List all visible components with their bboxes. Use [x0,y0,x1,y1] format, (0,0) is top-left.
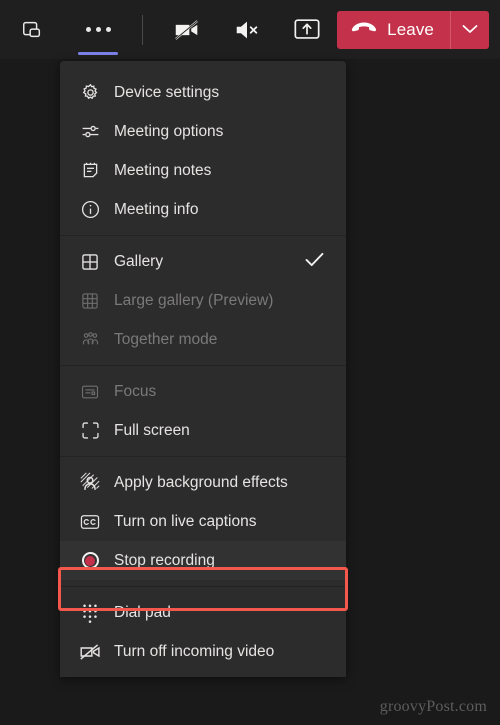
focus-icon [78,380,102,404]
menu-item-gallery[interactable]: Gallery [60,242,346,281]
watermark: groovyPost.com [379,698,487,715]
info-circle-icon [78,198,102,222]
active-indicator [78,51,118,55]
menu-group: Dial pad Turn off incoming video [60,586,346,677]
menu-item-full-screen[interactable]: Full screen [60,411,346,450]
gear-icon [78,81,102,105]
menu-group: Apply background effects Turn on live ca… [60,456,346,586]
menu-item-large-gallery: Large gallery (Preview) [60,281,346,320]
toolbar-divider [142,14,143,45]
menu-group: Device settings Meeting options Meeting … [60,67,346,235]
fullscreen-icon [78,419,102,443]
meeting-toolbar: Leave [0,0,500,59]
record-icon [78,549,102,573]
leave-label: Leave [387,20,434,39]
menu-item-label: Turn on live captions [114,512,257,530]
menu-item-label: Meeting options [114,122,224,140]
menu-item-meeting-notes[interactable]: Meeting notes [60,151,346,190]
camera-off-icon [78,640,102,664]
menu-item-label: Stop recording [114,551,215,569]
camera-off-icon [172,15,202,45]
hangup-icon [351,21,377,40]
notes-icon [78,159,102,183]
menu-group: Focus Full screen [60,365,346,456]
menu-item-label: Turn off incoming video [114,642,275,660]
menu-group: Gallery Large gallery (Preview) Together… [60,235,346,365]
share-content-button[interactable] [285,8,329,52]
menu-item-label: Gallery [114,252,164,270]
share-screen-icon [293,17,321,43]
app-root: Leave Device settings Meeting options Me… [0,0,500,725]
menu-item-focus: Focus [60,372,346,411]
menu-item-background-effects[interactable]: Apply background effects [60,463,346,502]
dialpad-icon [78,601,102,625]
menu-item-device-settings[interactable]: Device settings [60,73,346,112]
people-icon [78,328,102,352]
menu-item-label: Apply background effects [114,473,288,491]
grid-2x2-icon [78,250,102,274]
menu-item-label: Together mode [114,330,218,348]
menu-item-live-captions[interactable]: Turn on live captions [60,502,346,541]
menu-item-label: Meeting notes [114,161,212,179]
menu-item-meeting-info[interactable]: Meeting info [60,190,346,229]
menu-item-meeting-options[interactable]: Meeting options [60,112,346,151]
sliders-icon [78,120,102,144]
speaker-mute-icon [233,16,261,44]
speaker-button[interactable] [225,8,269,52]
menu-item-label: Focus [114,382,157,400]
checkmark-icon [305,252,324,272]
menu-item-label: Meeting info [114,200,199,218]
closed-captions-icon [78,510,102,534]
leave-button-group: Leave [337,11,489,49]
grid-3x3-icon [78,289,102,313]
chevron-down-icon [462,21,478,39]
ellipsis-icon [85,27,111,32]
menu-item-label: Dial pad [114,603,171,621]
more-actions-button[interactable] [76,8,120,55]
leave-dropdown-button[interactable] [451,11,489,49]
menu-item-label: Device settings [114,83,220,101]
more-actions-menu: Device settings Meeting options Meeting … [60,61,346,677]
popout-button[interactable] [10,8,54,52]
background-effects-icon [78,471,102,495]
menu-item-together-mode: Together mode [60,320,346,359]
menu-item-stop-recording[interactable]: Stop recording [60,541,346,580]
menu-item-turn-off-incoming-video[interactable]: Turn off incoming video [60,632,346,671]
menu-item-label: Large gallery (Preview) [114,291,274,309]
menu-item-dial-pad[interactable]: Dial pad [60,593,346,632]
menu-item-label: Full screen [114,421,190,439]
leave-button[interactable]: Leave [337,11,450,49]
popout-icon [21,19,43,41]
camera-button[interactable] [165,8,209,52]
